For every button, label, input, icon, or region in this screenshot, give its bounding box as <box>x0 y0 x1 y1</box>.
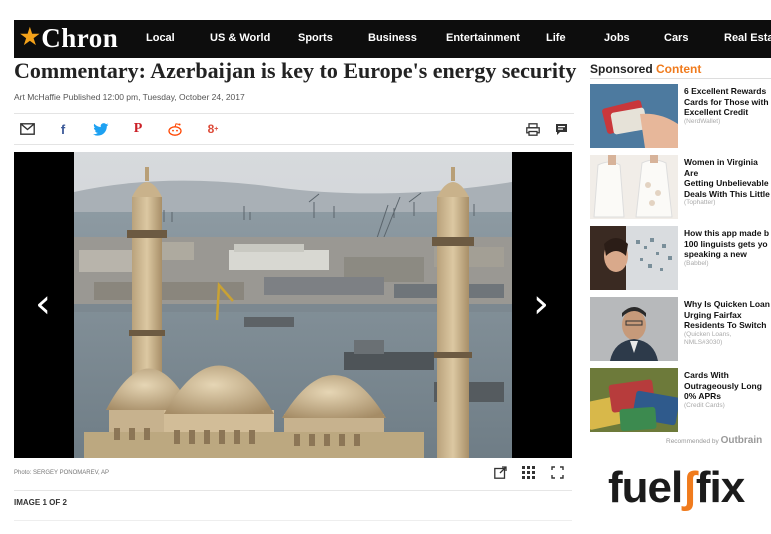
print-icon[interactable] <box>524 120 542 138</box>
sponsored-thumbnail <box>590 226 678 290</box>
sponsored-item-title-text: 6 Excellent Rewards Cards for Those with… <box>684 86 769 117</box>
fuelfix-brand-a: fuel <box>608 463 683 512</box>
twitter-icon[interactable] <box>92 120 110 138</box>
divider <box>14 490 572 491</box>
image-counter: IMAGE 1 OF 2 <box>14 498 67 507</box>
sponsored-item-title-text: How this app made b 100 linguists gets y… <box>684 228 770 259</box>
sponsored-label: Sponsored <box>590 62 653 76</box>
sponsored-item-title: 6 Excellent Rewards Cards for Those with… <box>684 86 771 126</box>
article-headline: Commentary: Azerbaijan is key to Europe'… <box>14 58 577 83</box>
outbrain-logo: Outbrain <box>720 435 763 446</box>
sponsored-item-title: Women in Virginia Are Getting Unbelievab… <box>684 157 771 207</box>
nav-item-entertainment[interactable]: Entertainment <box>446 32 520 44</box>
sponsored-item-title: How this app made b 100 linguists gets y… <box>684 228 771 268</box>
sponsored-thumbnail <box>590 84 678 148</box>
sponsored-item[interactable]: Why Is Quicken Loan Urging Fairfax Resid… <box>590 297 771 361</box>
chevron-left-icon[interactable]: ‹ <box>28 284 58 328</box>
sponsored-item-title: Why Is Quicken Loan Urging Fairfax Resid… <box>684 299 771 347</box>
nav-item-local[interactable]: Local <box>146 32 175 44</box>
sponsored-item-title-text: Cards With Outrageously Long 0% APRs <box>684 370 762 401</box>
sponsored-item-source: (Quicken Loans, NMLS#3030) <box>684 330 732 346</box>
sponsored-item-title: Cards With Outrageously Long 0% APRs (Cre… <box>684 370 771 410</box>
sponsored-item[interactable]: 6 Excellent Rewards Cards for Those with… <box>590 84 771 148</box>
nav-item-business[interactable]: Business <box>368 32 417 44</box>
divider <box>14 520 572 521</box>
site-logo-text: Chron <box>41 23 119 53</box>
sponsored-item-source: (Tophatter) <box>684 199 716 206</box>
sponsored-item-source: (NerdWallet) <box>684 117 721 125</box>
reddit-icon[interactable] <box>166 120 184 138</box>
sponsored-item-source: (Credit Cards) <box>684 401 725 409</box>
expand-icon[interactable] <box>494 466 507 482</box>
flame-icon: ʃ <box>682 463 697 512</box>
gallery-photo <box>14 152 572 458</box>
facebook-icon[interactable]: f <box>54 120 72 138</box>
fuelfix-ad[interactable]: fuelʃfix <box>608 463 745 513</box>
nav-item-jobs[interactable]: Jobs <box>604 32 630 44</box>
pinterest-icon[interactable]: P <box>129 120 147 138</box>
photo-gallery: ‹ › <box>14 152 572 458</box>
recommended-by-outbrain[interactable]: Recommended by Outbrain <box>666 435 762 446</box>
fullscreen-icon[interactable] <box>551 466 564 482</box>
site-logo[interactable]: ★Chron <box>20 23 118 54</box>
nav-item-real-estate[interactable]: Real Estate <box>724 32 771 44</box>
comment-icon[interactable] <box>552 120 570 138</box>
sponsored-thumbnail <box>590 297 678 361</box>
nav-item-sports[interactable]: Sports <box>298 32 333 44</box>
sponsored-item[interactable]: Women in Virginia Are Getting Unbelievab… <box>590 155 771 219</box>
sponsored-heading: Sponsored Content <box>590 62 701 76</box>
nav-item-life[interactable]: Life <box>546 32 566 44</box>
top-nav-bar: ★Chron Local US & World Sports Business … <box>14 20 771 58</box>
fuelfix-brand-b: fix <box>695 463 745 512</box>
sponsored-item-title-text: Why Is Quicken Loan Urging Fairfax Resid… <box>684 299 770 330</box>
divider <box>590 78 771 79</box>
nav-item-cars[interactable]: Cars <box>664 32 688 44</box>
grid-icon[interactable] <box>522 466 535 482</box>
sponsored-thumbnail <box>590 368 678 432</box>
google-plus-icon[interactable]: 8 + <box>204 120 222 138</box>
sponsored-item-source: (Babbel) <box>684 259 709 267</box>
photo-caption: Photo: SERGEY PONOMAREV, AP <box>14 470 110 476</box>
share-toolbar: f P 8 + <box>14 113 574 145</box>
sponsored-thumbnail <box>590 155 678 219</box>
nav-item-us-world[interactable]: US & World <box>210 32 270 44</box>
sponsored-item[interactable]: How this app made b 100 linguists gets y… <box>590 226 771 290</box>
star-icon: ★ <box>20 24 41 49</box>
sponsored-item-title-text: Women in Virginia Are Getting Unbelievab… <box>684 157 770 199</box>
email-icon[interactable] <box>18 120 36 138</box>
chevron-right-icon[interactable]: › <box>526 284 556 328</box>
sponsored-item[interactable]: Cards With Outrageously Long 0% APRs (Cre… <box>590 368 771 432</box>
recommended-by-label: Recommended by <box>666 438 719 445</box>
page: ★Chron Local US & World Sports Business … <box>0 0 771 534</box>
article-byline: Art McHaffie Published 12:00 pm, Tuesday… <box>14 92 245 102</box>
sponsored-accent-label: Content <box>656 62 702 76</box>
